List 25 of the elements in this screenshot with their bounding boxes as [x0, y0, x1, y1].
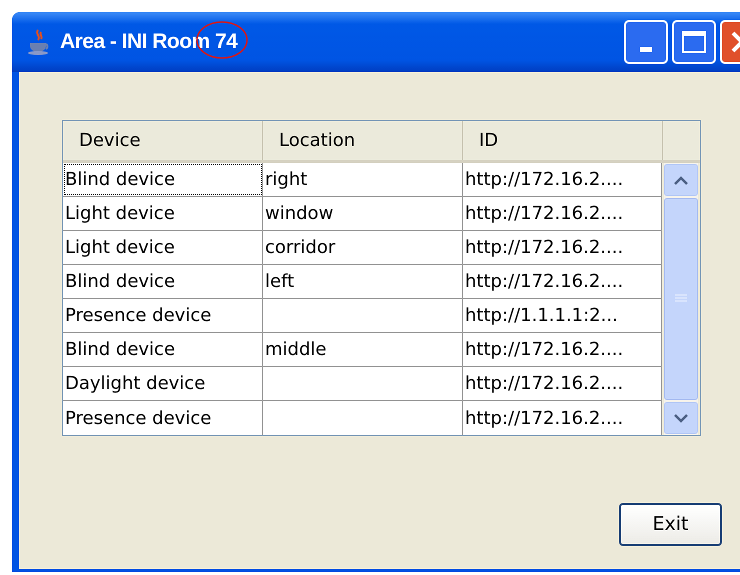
table-cell: http://172.16.2....	[463, 197, 662, 230]
table-cell: Blind device	[63, 163, 263, 196]
column-header[interactable]: Location	[263, 121, 463, 160]
table-cell: corridor	[263, 231, 463, 264]
exit-button[interactable]: Exit	[619, 503, 722, 546]
table-cell: Blind device	[63, 333, 263, 366]
table-cell: http://172.16.2....	[463, 231, 662, 264]
table-cell: window	[263, 197, 463, 230]
table-cell: Light device	[63, 231, 263, 264]
table-cell: http://1.1.1.1:2...	[463, 299, 662, 332]
table-cell: left	[263, 265, 463, 298]
table-cell: right	[263, 163, 463, 196]
column-header[interactable]: ID	[463, 121, 663, 160]
table-cell: http://172.16.2....	[463, 401, 662, 435]
table-cell: http://172.16.2....	[463, 163, 662, 196]
table-cell: Presence device	[63, 401, 263, 435]
table-cell: http://172.16.2....	[463, 265, 662, 298]
table-cell: http://172.16.2....	[463, 333, 662, 366]
table-cell: Blind device	[63, 265, 263, 298]
table-cell: middle	[263, 333, 463, 366]
column-header[interactable]: Device	[63, 121, 263, 160]
table-cell: Daylight device	[63, 367, 263, 400]
table-cell: http://172.16.2....	[463, 367, 662, 400]
table-cell: Light device	[63, 197, 263, 230]
table-cell: Presence device	[63, 299, 263, 332]
